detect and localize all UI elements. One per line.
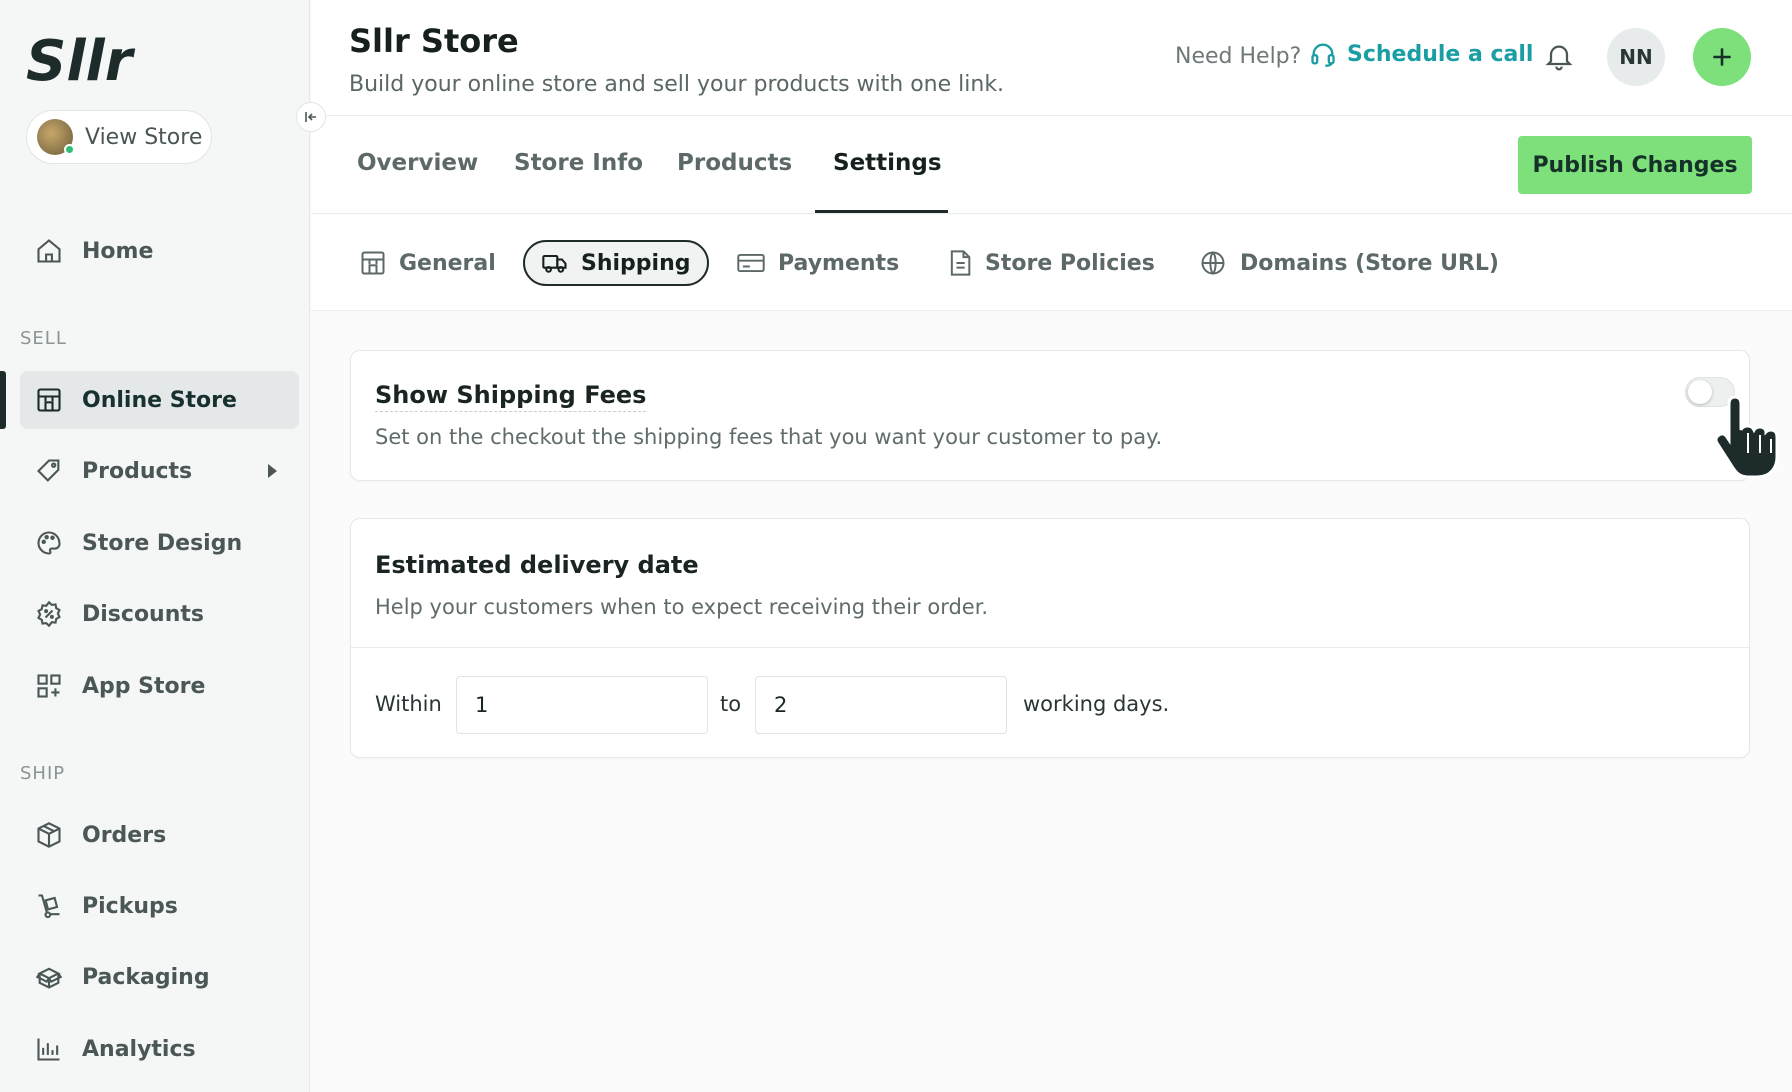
delivery-date-card: Estimated delivery date Help your custom…: [350, 518, 1750, 758]
tab-store-info[interactable]: Store Info: [514, 150, 643, 176]
apps-grid-icon: [34, 671, 64, 701]
storefront-icon: [34, 385, 64, 415]
need-help-text: Need Help?: [1175, 44, 1302, 69]
sidebar-item-discounts[interactable]: Discounts: [20, 585, 299, 643]
chevron-right-icon[interactable]: [268, 464, 277, 478]
truck-icon: [542, 254, 567, 273]
storefront-icon: [361, 251, 385, 275]
sidebar-item-label: Analytics: [82, 1036, 196, 1062]
credit-card-icon: [737, 253, 765, 273]
page-header: Sllr Store Build your online store and s…: [311, 0, 1792, 116]
subtab-label: Domains (Store URL): [1240, 250, 1499, 276]
package-open-icon: [34, 962, 64, 992]
sidebar-item-label: Home: [82, 238, 154, 264]
page-subtitle: Build your online store and sell your pr…: [349, 72, 1005, 97]
sidebar-item-label: Packaging: [82, 964, 210, 990]
sidebar-item-online-store[interactable]: Online Store: [20, 371, 299, 429]
publish-changes-button[interactable]: Publish Changes: [1518, 136, 1752, 194]
box-icon: [34, 820, 64, 850]
document-icon: [950, 250, 971, 276]
sidebar-item-analytics[interactable]: Analytics: [20, 1020, 299, 1078]
view-store-button[interactable]: View Store: [26, 110, 212, 164]
headset-icon: [1311, 43, 1335, 67]
settings-subtabs: General Shipping Payments Store Policies…: [311, 215, 1792, 311]
hand-pointer-cursor-icon: [1714, 395, 1779, 479]
collapse-sidebar-button[interactable]: [296, 102, 326, 132]
max-days-input[interactable]: [755, 676, 1007, 734]
sidebar-item-label: Products: [82, 458, 193, 484]
ship-section-label: SHIP: [20, 763, 66, 784]
collapse-arrow-icon: [305, 112, 316, 122]
tag-icon: [34, 456, 64, 486]
discount-badge-icon: [34, 599, 64, 629]
min-days-input[interactable]: [456, 676, 708, 734]
sidebar-item-pickups[interactable]: Pickups: [20, 877, 299, 935]
subtab-label: Store Policies: [985, 250, 1155, 276]
sidebar-item-home[interactable]: Home: [20, 222, 299, 280]
sidebar-item-packaging[interactable]: Packaging: [20, 948, 299, 1006]
sidebar-item-label: Store Design: [82, 530, 243, 556]
shipping-fees-card: Show Shipping Fees Set on the checkout t…: [350, 350, 1779, 481]
subtab-payments[interactable]: Payments: [736, 240, 899, 286]
toggle-knob: [1688, 380, 1712, 404]
to-label: to: [720, 692, 742, 716]
logo-text: Sllr: [26, 30, 136, 88]
sidebar-item-label: Online Store: [82, 387, 237, 413]
delivery-title: Estimated delivery date: [375, 551, 699, 579]
active-tab-underline: [815, 210, 948, 213]
sidebar-item-label: Orders: [82, 822, 167, 848]
globe-icon: [1201, 251, 1225, 275]
sidebar-item-label: Discounts: [82, 601, 204, 627]
subtab-store-policies[interactable]: Store Policies: [947, 240, 1155, 286]
sllr-logo[interactable]: Sllr: [26, 30, 150, 88]
sidebar-item-label: Pickups: [82, 893, 178, 919]
bar-chart-icon: [34, 1034, 64, 1064]
add-button[interactable]: [1693, 28, 1751, 86]
card-divider: [351, 647, 1749, 648]
tab-settings[interactable]: Settings: [833, 150, 942, 176]
page-title: Sllr Store: [349, 22, 519, 60]
main-tabs: Overview Store Info Products Settings Pu…: [311, 116, 1792, 214]
subtab-label: Shipping: [581, 250, 691, 276]
tab-overview[interactable]: Overview: [357, 150, 478, 176]
within-label: Within: [375, 692, 442, 716]
shipping-fees-description: Set on the checkout the shipping fees th…: [375, 425, 1163, 449]
subtab-shipping[interactable]: Shipping: [523, 240, 709, 286]
subtab-label: Payments: [778, 250, 900, 276]
user-avatar[interactable]: NN: [1607, 28, 1665, 86]
sidebar-item-label: App Store: [82, 673, 206, 699]
palette-icon: [34, 528, 64, 558]
store-avatar: [37, 119, 75, 155]
subtab-general[interactable]: General: [359, 240, 496, 286]
sell-section-label: SELL: [20, 328, 67, 349]
sidebar-item-orders[interactable]: Orders: [20, 806, 299, 864]
subtab-label: General: [399, 250, 496, 276]
online-status-dot: [64, 144, 75, 155]
sidebar-item-app-store[interactable]: App Store: [20, 657, 299, 715]
sidebar: Sllr View Store Home SELL Online Store P…: [0, 0, 310, 1092]
delivery-description: Help your customers when to expect recei…: [375, 595, 989, 619]
subtab-domains[interactable]: Domains (Store URL): [1198, 240, 1499, 286]
hand-truck-icon: [34, 891, 64, 921]
sidebar-item-store-design[interactable]: Store Design: [20, 514, 299, 572]
schedule-call-label: Schedule a call: [1347, 41, 1534, 67]
working-days-label: working days.: [1023, 692, 1170, 716]
shipping-fees-title: Show Shipping Fees: [375, 381, 647, 412]
home-icon: [34, 236, 64, 266]
view-store-label: View Store: [85, 124, 203, 150]
schedule-call-link[interactable]: Schedule a call: [1309, 40, 1533, 68]
sidebar-item-products[interactable]: Products: [20, 442, 299, 500]
bell-icon[interactable]: [1543, 40, 1575, 72]
active-indicator: [0, 371, 6, 429]
plus-icon: [1713, 48, 1731, 66]
tab-products[interactable]: Products: [677, 150, 792, 176]
main-content: Sllr Store Build your online store and s…: [311, 0, 1792, 1092]
